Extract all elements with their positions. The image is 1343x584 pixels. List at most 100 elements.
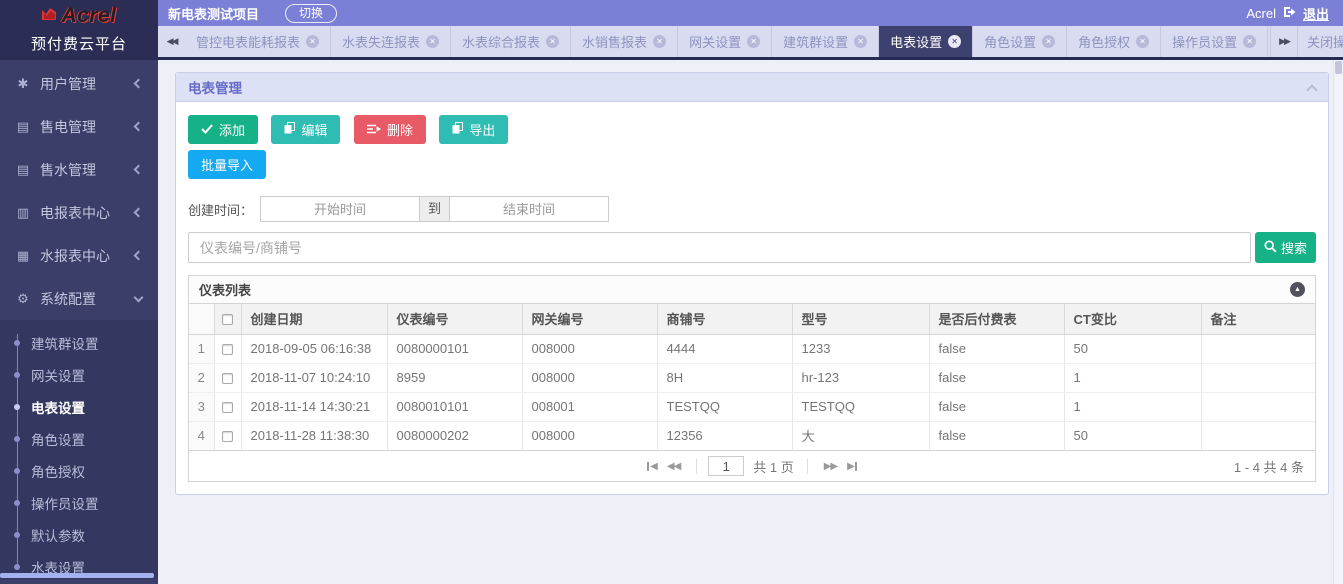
start-time-input[interactable] bbox=[260, 196, 420, 222]
tab[interactable]: 水销售报表 ✕ bbox=[571, 26, 678, 57]
tab-label: 操作员设置 bbox=[1172, 32, 1237, 51]
sidebar-subitem[interactable]: 角色设置 bbox=[0, 423, 158, 455]
panel-collapse-icon[interactable] bbox=[1306, 84, 1317, 95]
table-cell bbox=[1201, 392, 1315, 421]
table-row[interactable]: 4 2018-11-28 11:38:300080000202008000123… bbox=[189, 421, 1315, 450]
tab-close-icon[interactable]: ✕ bbox=[426, 35, 439, 48]
tab-close-icon[interactable]: ✕ bbox=[747, 35, 760, 48]
pager-divider bbox=[807, 459, 808, 474]
sidebar-item-label: 水报表中心 bbox=[40, 246, 110, 266]
tab-close-icon[interactable]: ✕ bbox=[1136, 35, 1149, 48]
table-cell: 008000 bbox=[522, 334, 657, 363]
sidebar-item-label: 系统配置 bbox=[40, 289, 96, 309]
tab-label: 水销售报表 bbox=[582, 32, 647, 51]
meter-management-panel: 电表管理 添加 编辑 bbox=[175, 72, 1329, 495]
sidebar-horizontal-scrollbar[interactable] bbox=[0, 573, 154, 578]
sidebar-item[interactable]: ▥ 电报表中心 bbox=[0, 191, 158, 234]
table-icon: ▥ bbox=[14, 205, 32, 221]
tab-close-icon[interactable]: ✕ bbox=[948, 35, 961, 48]
arrow-up-circle-icon[interactable]: ▲ bbox=[1290, 282, 1305, 297]
page-number-input[interactable] bbox=[708, 456, 744, 476]
tabs-scroll-left-icon[interactable]: ◀◀ bbox=[158, 26, 185, 57]
sidebar-subitem[interactable]: 默认参数 bbox=[0, 519, 158, 551]
column-header: 备注 bbox=[1201, 304, 1315, 334]
sidebar-subitem[interactable]: 电表设置 bbox=[0, 391, 158, 423]
row-checkbox[interactable] bbox=[222, 402, 233, 413]
select-all-checkbox[interactable] bbox=[222, 314, 233, 325]
chevron-icon bbox=[134, 292, 144, 302]
tab[interactable]: 水表综合报表 ✕ bbox=[451, 26, 571, 57]
sidebar-subitem[interactable]: 角色授权 bbox=[0, 455, 158, 487]
tab-close-icon[interactable]: ✕ bbox=[1243, 35, 1256, 48]
username-label: Acrel bbox=[1246, 6, 1276, 21]
sidebar-item[interactable]: ▦ 水报表中心 bbox=[0, 234, 158, 277]
vertical-scrollbar-thumb[interactable] bbox=[1335, 61, 1342, 74]
sidebar-item[interactable]: ▤ 售电管理 bbox=[0, 105, 158, 148]
list-icon: ▦ bbox=[14, 248, 32, 264]
tabs-scroll-right-icon[interactable]: ▶▶ bbox=[1270, 26, 1297, 57]
row-checkbox-cell bbox=[214, 334, 241, 363]
tab-close-icon[interactable]: ✕ bbox=[546, 35, 559, 48]
tab[interactable]: 水表失连报表 ✕ bbox=[331, 26, 451, 57]
table-cell: TESTQQ bbox=[657, 392, 792, 421]
delete-button[interactable]: 删除 bbox=[354, 115, 426, 144]
tab-label: 电表设置 bbox=[890, 32, 942, 51]
close-operations-button[interactable]: 关闭操作 bbox=[1297, 26, 1343, 57]
tab[interactable]: 管控电表能耗报表 ✕ bbox=[185, 26, 331, 57]
search-button[interactable]: 搜索 bbox=[1255, 232, 1316, 263]
switch-project-button[interactable]: 切换 bbox=[285, 4, 337, 23]
chevron-icon bbox=[134, 251, 144, 261]
sidebar-item[interactable]: ⚙ 系统配置 bbox=[0, 277, 158, 320]
tab-close-icon[interactable]: ✕ bbox=[306, 35, 319, 48]
tab-close-icon[interactable]: ✕ bbox=[854, 35, 867, 48]
end-time-input[interactable] bbox=[449, 196, 609, 222]
first-page-icon[interactable]: ◀ bbox=[647, 461, 657, 472]
vertical-scrollbar[interactable] bbox=[1333, 60, 1343, 584]
tab[interactable]: 网关设置 ✕ bbox=[678, 26, 772, 57]
row-checkbox[interactable] bbox=[222, 344, 233, 355]
tab-label: 网关设置 bbox=[689, 32, 741, 51]
sidebar-item[interactable]: ▤ 售水管理 bbox=[0, 148, 158, 191]
tab[interactable]: 操作员设置 ✕ bbox=[1161, 26, 1268, 57]
table-cell: 0080000101 bbox=[387, 334, 522, 363]
row-checkbox[interactable] bbox=[222, 431, 233, 442]
tab[interactable]: 角色授权 ✕ bbox=[1067, 26, 1161, 57]
search-input[interactable] bbox=[188, 232, 1251, 263]
tabbar: ◀◀ 管控电表能耗报表 ✕ 水表失连报表 ✕ 水表综合报表 ✕ 水销售报表 ✕ … bbox=[158, 26, 1343, 60]
table-row[interactable]: 3 2018-11-14 14:30:210080010101008001TES… bbox=[189, 392, 1315, 421]
logout-icon[interactable] bbox=[1283, 6, 1296, 21]
next-page-icon[interactable]: ▶▶ bbox=[824, 461, 837, 472]
select-all-header bbox=[214, 304, 241, 334]
export-button[interactable]: 导出 bbox=[439, 115, 508, 144]
tab-close-icon[interactable]: ✕ bbox=[653, 35, 666, 48]
chevron-icon bbox=[134, 208, 144, 218]
row-checkbox[interactable] bbox=[222, 373, 233, 384]
table-cell: 2018-11-28 11:38:30 bbox=[241, 421, 387, 450]
sidebar-item[interactable]: ✱ 用户管理 bbox=[0, 62, 158, 105]
table-cell bbox=[1201, 363, 1315, 392]
previous-page-icon[interactable]: ◀◀ bbox=[667, 461, 680, 472]
tab[interactable]: 建筑群设置 ✕ bbox=[772, 26, 879, 57]
chevron-icon bbox=[134, 122, 144, 132]
table-cell: 1 bbox=[1064, 363, 1201, 392]
sidebar-subitem[interactable]: 建筑群设置 bbox=[0, 327, 158, 359]
last-page-icon[interactable]: ▶ bbox=[847, 461, 857, 472]
sidebar-item-label: 电报表中心 bbox=[40, 203, 110, 223]
tab[interactable]: 电表设置 ✕ bbox=[879, 26, 973, 57]
topbar: 新电表测试项目 切换 Acrel 退出 bbox=[158, 0, 1343, 26]
table-row[interactable]: 1 2018-09-05 06:16:380080000101008000444… bbox=[189, 334, 1315, 363]
tab[interactable]: 角色设置 ✕ bbox=[973, 26, 1067, 57]
table-row[interactable]: 2 2018-11-07 10:24:1089590080008Hhr-123f… bbox=[189, 363, 1315, 392]
sidebar-subitem[interactable]: 网关设置 bbox=[0, 359, 158, 391]
add-button[interactable]: 添加 bbox=[188, 115, 258, 144]
table-cell: 大 bbox=[792, 421, 929, 450]
tab-close-icon[interactable]: ✕ bbox=[1042, 35, 1055, 48]
batch-import-button[interactable]: 批量导入 bbox=[188, 150, 266, 179]
sidebar-subitem[interactable]: 操作员设置 bbox=[0, 487, 158, 519]
row-number-cell: 3 bbox=[189, 392, 214, 421]
logo-text: Acrel bbox=[61, 4, 116, 28]
tab-label: 管控电表能耗报表 bbox=[196, 32, 300, 51]
to-label: 到 bbox=[420, 196, 449, 222]
edit-button[interactable]: 编辑 bbox=[271, 115, 340, 144]
logout-button[interactable]: 退出 bbox=[1303, 4, 1329, 23]
